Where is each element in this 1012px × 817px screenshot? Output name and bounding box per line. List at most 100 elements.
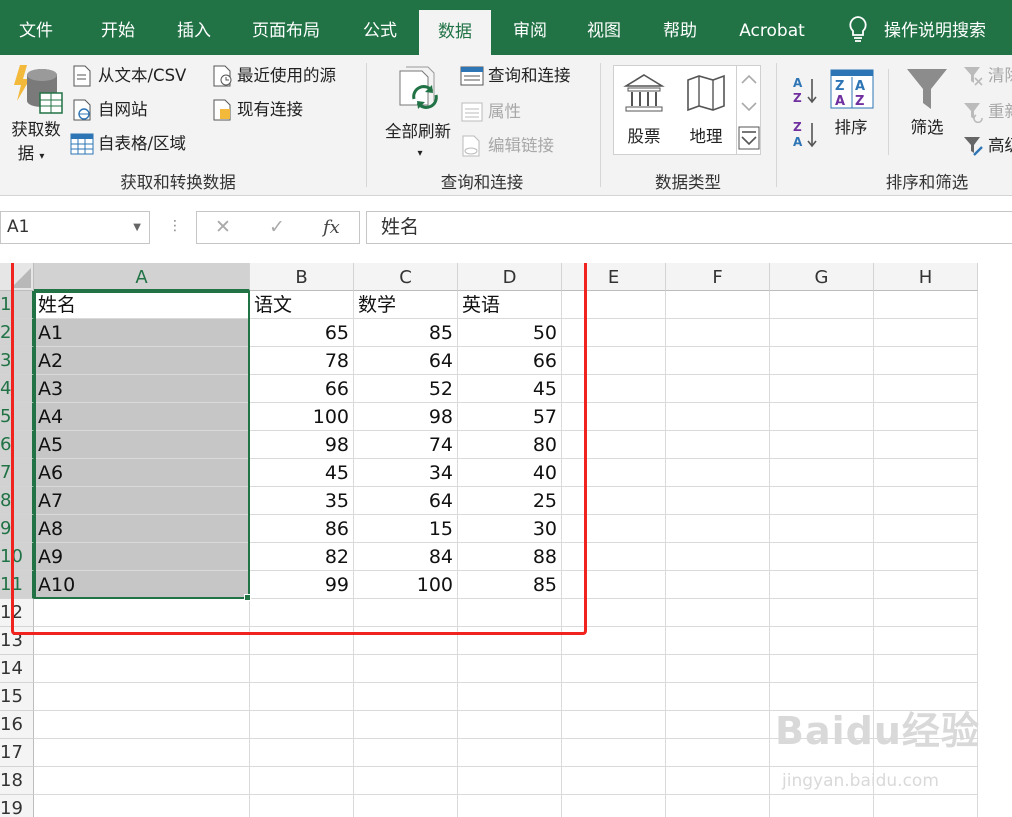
cell-g2[interactable] <box>770 319 874 347</box>
cell-e6[interactable] <box>562 431 666 459</box>
cell-e17[interactable] <box>562 739 666 767</box>
row-header[interactable]: 16 <box>0 711 34 739</box>
gallery-expand-icon[interactable] <box>738 126 760 150</box>
cell-a5[interactable]: A4 <box>34 403 250 431</box>
tab-data[interactable]: 数据 <box>419 10 491 55</box>
row-header[interactable]: 15 <box>0 683 34 711</box>
row-header[interactable]: 4 <box>0 375 34 403</box>
cell-e1[interactable] <box>562 291 666 319</box>
tab-review[interactable]: 审阅 <box>494 0 566 55</box>
row-header[interactable]: 12 <box>0 599 34 627</box>
cell-a12[interactable] <box>34 599 250 627</box>
cell-d12[interactable] <box>458 599 562 627</box>
from-text-csv-button[interactable]: 从文本/CSV <box>72 65 186 87</box>
cell-d1[interactable]: 英语 <box>458 291 562 319</box>
cell-f11[interactable] <box>666 571 770 599</box>
tab-acrobat[interactable]: Acrobat <box>724 0 820 55</box>
fill-handle[interactable] <box>244 594 251 601</box>
cell-e5[interactable] <box>562 403 666 431</box>
cell-a7[interactable]: A6 <box>34 459 250 487</box>
cell-g9[interactable] <box>770 515 874 543</box>
tab-formulas[interactable]: 公式 <box>344 0 416 55</box>
cell-c3[interactable]: 64 <box>354 347 458 375</box>
cell-c15[interactable] <box>354 683 458 711</box>
cell-c17[interactable] <box>354 739 458 767</box>
cell-f6[interactable] <box>666 431 770 459</box>
cell-g5[interactable] <box>770 403 874 431</box>
cell-b9[interactable]: 86 <box>250 515 354 543</box>
cell-f2[interactable] <box>666 319 770 347</box>
formula-input[interactable]: 姓名 <box>366 211 1012 244</box>
properties-button[interactable]: 属性 <box>460 101 521 123</box>
cell-d14[interactable] <box>458 655 562 683</box>
cell-c9[interactable]: 15 <box>354 515 458 543</box>
cell-e19[interactable] <box>562 795 666 817</box>
tab-help[interactable]: 帮助 <box>644 0 716 55</box>
chevron-down-icon[interactable]: ▼ <box>133 212 141 243</box>
cell-f15[interactable] <box>666 683 770 711</box>
sort-button[interactable]: Z A A Z 排序 <box>824 65 878 165</box>
cancel-icon[interactable]: ✕ <box>215 212 231 243</box>
row-header[interactable]: 13 <box>0 627 34 655</box>
cell-a16[interactable] <box>34 711 250 739</box>
cell-a18[interactable] <box>34 767 250 795</box>
cell-f5[interactable] <box>666 403 770 431</box>
chevron-up-icon[interactable] <box>740 72 758 86</box>
cell-f16[interactable] <box>666 711 770 739</box>
tab-view[interactable]: 视图 <box>568 0 640 55</box>
queries-connections-button[interactable]: 查询和连接 <box>460 65 571 87</box>
cell-g6[interactable] <box>770 431 874 459</box>
cell-d9[interactable]: 30 <box>458 515 562 543</box>
cell-e14[interactable] <box>562 655 666 683</box>
tab-home[interactable]: 开始 <box>82 0 154 55</box>
cell-d8[interactable]: 25 <box>458 487 562 515</box>
cell-c10[interactable]: 84 <box>354 543 458 571</box>
cell-e16[interactable] <box>562 711 666 739</box>
cell-c16[interactable] <box>354 711 458 739</box>
cell-e11[interactable] <box>562 571 666 599</box>
cell-d17[interactable] <box>458 739 562 767</box>
cell-a2[interactable]: A1 <box>34 319 250 347</box>
sort-descending-icon[interactable]: Z A <box>792 119 818 149</box>
cell-c4[interactable]: 52 <box>354 375 458 403</box>
row-header[interactable]: 14 <box>0 655 34 683</box>
cell-h2[interactable] <box>874 319 978 347</box>
column-header-c[interactable]: C <box>354 263 458 291</box>
edit-links-button[interactable]: 编辑链接 <box>460 135 554 157</box>
cell-f8[interactable] <box>666 487 770 515</box>
column-header-f[interactable]: F <box>666 263 770 291</box>
cell-d19[interactable] <box>458 795 562 817</box>
tab-insert[interactable]: 插入 <box>158 0 230 55</box>
row-header[interactable]: 6 <box>0 431 34 459</box>
cell-a15[interactable] <box>34 683 250 711</box>
cell-h7[interactable] <box>874 459 978 487</box>
filter-button[interactable]: 筛选 <box>900 65 954 165</box>
row-header[interactable]: 9 <box>0 515 34 543</box>
cell-a9[interactable]: A8 <box>34 515 250 543</box>
cell-g8[interactable] <box>770 487 874 515</box>
cell-e2[interactable] <box>562 319 666 347</box>
stocks-button[interactable]: 股票 <box>614 66 674 154</box>
cell-d4[interactable]: 45 <box>458 375 562 403</box>
cell-d3[interactable]: 66 <box>458 347 562 375</box>
cell-g11[interactable] <box>770 571 874 599</box>
reapply-button[interactable]: 重新 <box>962 101 1012 123</box>
row-header[interactable]: 19 <box>0 795 34 817</box>
cell-e9[interactable] <box>562 515 666 543</box>
cell-a13[interactable] <box>34 627 250 655</box>
cell-f9[interactable] <box>666 515 770 543</box>
row-header[interactable]: 3 <box>0 347 34 375</box>
cell-h19[interactable] <box>874 795 978 817</box>
cell-f19[interactable] <box>666 795 770 817</box>
tab-file[interactable]: 文件 <box>0 0 72 55</box>
cell-c2[interactable]: 85 <box>354 319 458 347</box>
cell-d6[interactable]: 80 <box>458 431 562 459</box>
cell-h8[interactable] <box>874 487 978 515</box>
recent-sources-button[interactable]: 最近使用的源 <box>212 65 336 87</box>
column-header-g[interactable]: G <box>770 263 874 291</box>
cell-f10[interactable] <box>666 543 770 571</box>
cell-a17[interactable] <box>34 739 250 767</box>
cell-d16[interactable] <box>458 711 562 739</box>
cell-c6[interactable]: 74 <box>354 431 458 459</box>
cell-h14[interactable] <box>874 655 978 683</box>
